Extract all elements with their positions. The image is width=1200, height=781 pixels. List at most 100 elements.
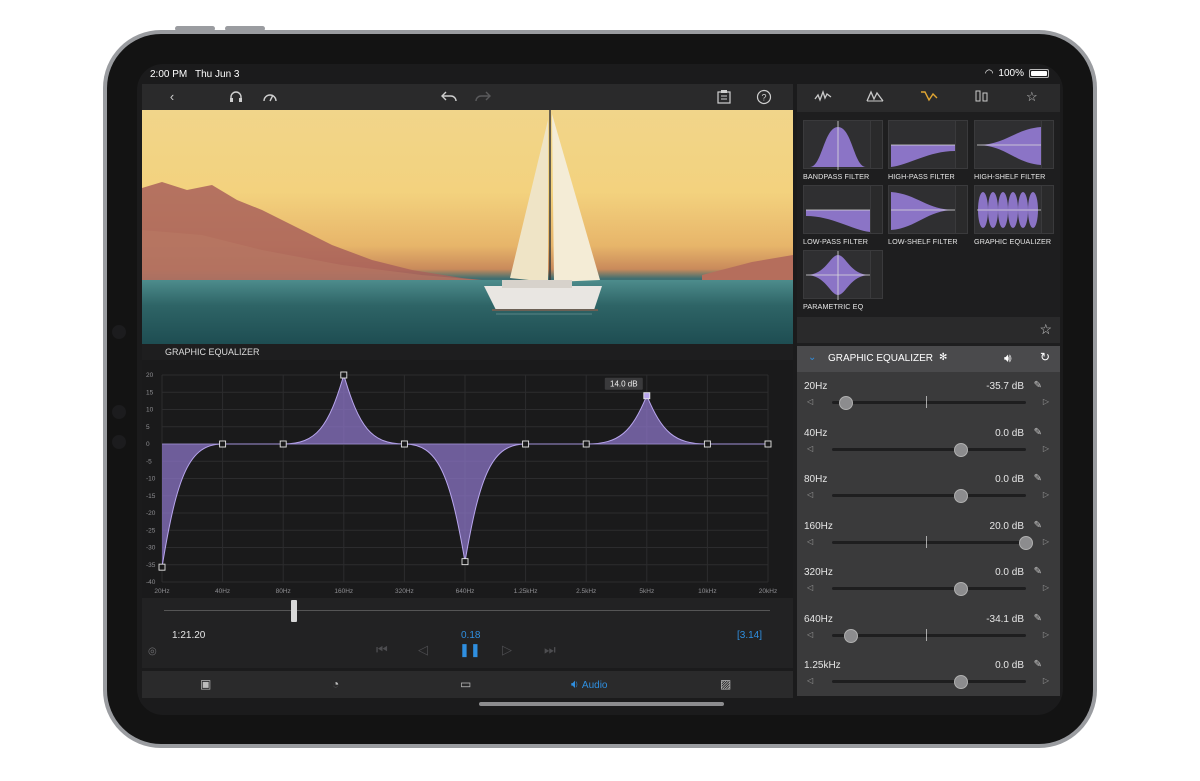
band-slider-knob[interactable] — [844, 628, 859, 643]
decrement-arrow-icon[interactable]: ◁ — [807, 676, 813, 685]
decrement-arrow-icon[interactable]: ◁ — [807, 444, 813, 453]
step-back-icon[interactable]: ◁ — [418, 642, 428, 658]
loop-icon[interactable]: ◎ — [148, 646, 157, 657]
skip-end-icon[interactable]: ⏭ — [544, 642, 556, 658]
edit-pencil-icon[interactable]: ✎ — [1034, 659, 1042, 670]
audio-tab[interactable]: 🔉︎ Audio — [571, 677, 607, 692]
band-slider-knob[interactable] — [954, 675, 969, 689]
increment-arrow-icon[interactable]: ▷ — [1043, 444, 1049, 453]
preset-item[interactable]: PARAMETRIC EQ — [803, 250, 887, 312]
edit-pencil-icon[interactable]: ✎ — [1034, 473, 1042, 484]
reset-icon[interactable]: ↻ — [1040, 350, 1050, 364]
redo-icon[interactable] — [474, 89, 491, 105]
band-slider-track[interactable] — [832, 587, 1026, 590]
pause-icon[interactable]: ❚❚ — [459, 642, 481, 658]
x-tick-label: 20kHz — [759, 588, 777, 595]
band-value: 0.0 dB — [995, 427, 1024, 439]
timeline-scrubber: 1:21.20 0.18 [3.14] ◎ ⏮ ◁ ❚❚ ▷ ⏭ — [142, 598, 793, 668]
frame-icon[interactable]: ▣ — [200, 677, 211, 691]
panel-tabs: ☆ — [797, 84, 1060, 112]
eq-band-handle[interactable] — [158, 563, 166, 571]
band-slider-track[interactable] — [832, 680, 1026, 683]
mountains-shape — [142, 182, 793, 290]
increment-arrow-icon[interactable]: ▷ — [1043, 397, 1049, 406]
preset-item[interactable]: HIGH-PASS FILTER — [888, 120, 972, 182]
edit-pencil-icon[interactable]: ✎ — [1034, 380, 1042, 391]
decrement-arrow-icon[interactable]: ◁ — [807, 537, 813, 546]
band-slider-knob[interactable] — [954, 442, 969, 457]
eq-band-handle[interactable] — [582, 440, 590, 448]
eq-band-handle[interactable] — [340, 371, 348, 379]
sailboat-image — [484, 110, 602, 315]
eq-tab-icon[interactable] — [920, 89, 938, 106]
increment-arrow-icon[interactable]: ▷ — [1043, 676, 1049, 685]
timeline-track[interactable] — [164, 610, 770, 611]
undo-icon[interactable] — [440, 89, 457, 105]
clipboard-icon[interactable] — [716, 89, 732, 105]
waveform-tab-icon[interactable] — [814, 89, 832, 106]
band-slider-knob[interactable] — [954, 489, 969, 503]
crop-icon[interactable]: ▭ — [460, 677, 471, 691]
y-tick-label: -15 — [146, 493, 156, 500]
eq-band-handle[interactable] — [219, 440, 227, 448]
band-slider-track[interactable] — [832, 633, 1026, 637]
decrement-arrow-icon[interactable]: ◁ — [807, 630, 813, 639]
band-slider-knob[interactable] — [954, 582, 969, 596]
preset-item[interactable]: GRAPHIC EQUALIZER — [974, 185, 1058, 247]
peaks-tab-icon[interactable] — [866, 89, 884, 106]
help-icon[interactable]: ? — [756, 89, 772, 105]
increment-arrow-icon[interactable]: ▷ — [1043, 630, 1049, 639]
eq-band-handle[interactable] — [703, 440, 711, 448]
eq-band-handle[interactable] — [461, 558, 469, 566]
headphones-icon[interactable] — [228, 89, 244, 105]
step-forward-icon[interactable]: ▷ — [502, 642, 512, 658]
preset-item[interactable]: LOW-PASS FILTER — [803, 185, 887, 247]
band-slider-knob[interactable] — [1019, 535, 1033, 550]
eq-band-handle[interactable] — [400, 440, 408, 448]
eq-band-handle[interactable] — [279, 440, 287, 448]
increment-arrow-icon[interactable]: ▷ — [1043, 537, 1049, 546]
eq-graph[interactable]: 20 15 10 5 0 -5 -10 -15 -20 -25 -30 -35 -40 20Hz 40Hz 8… — [142, 360, 793, 598]
speaker-icon-header[interactable]: 🔊︎ — [1004, 351, 1012, 366]
band-slider-track[interactable] — [832, 494, 1026, 497]
band-frequency: 640Hz — [804, 613, 833, 625]
eq-band-row: 160Hz 20.0 dB ✎ ◁ ▷ — [797, 515, 1060, 561]
preset-item[interactable]: BANDPASS FILTER — [803, 120, 887, 182]
increment-arrow-icon[interactable]: ▷ — [1043, 490, 1049, 499]
playhead-handle[interactable] — [291, 600, 297, 622]
increment-arrow-icon[interactable]: ▷ — [1043, 583, 1049, 592]
eq-chart[interactable]: 20 15 10 5 0 -5 -10 -15 -20 -25 -30 -35 -40 20Hz 40Hz 8… — [142, 360, 793, 598]
eq-band-row: 40Hz 0.0 dB ✎ ◁ ▷ — [797, 422, 1060, 468]
preset-label: HIGH-SHELF FILTER — [974, 172, 1046, 181]
status-date: Thu Jun 3 — [195, 69, 240, 80]
band-slider-track[interactable] — [832, 401, 1026, 404]
mixer-tab-icon[interactable] — [973, 89, 991, 106]
band-slider-track[interactable] — [832, 447, 1026, 451]
edit-pencil-icon[interactable]: ✎ — [1034, 566, 1042, 577]
band-slider-track[interactable] — [832, 540, 1026, 544]
speedometer-icon[interactable] — [262, 89, 278, 105]
skip-start-icon[interactable]: ⏮ — [376, 642, 388, 658]
eq-band-handle[interactable] — [643, 392, 651, 400]
speed-icon[interactable]: ◔ — [332, 677, 339, 691]
back-chevron-icon[interactable]: ‹ — [164, 89, 180, 105]
total-duration: [3.14] — [737, 630, 763, 641]
x-tick-label: 160Hz — [334, 588, 353, 595]
preset-item[interactable]: LOW-SHELF FILTER — [888, 185, 972, 247]
preset-thumbnail-side — [871, 120, 883, 169]
eq-band-handle[interactable] — [764, 440, 772, 448]
decrement-arrow-icon[interactable]: ◁ — [807, 490, 813, 499]
decrement-arrow-icon[interactable]: ◁ — [807, 397, 813, 406]
preset-item[interactable]: HIGH-SHELF FILTER — [974, 120, 1058, 182]
favorites-tab-icon[interactable]: ☆ — [1026, 89, 1038, 105]
sticker-icon[interactable]: ▨ — [720, 677, 731, 691]
band-slider-knob[interactable] — [838, 396, 853, 410]
edit-pencil-icon[interactable]: ✎ — [1034, 427, 1042, 438]
decrement-arrow-icon[interactable]: ◁ — [807, 583, 813, 592]
zero-marker — [926, 396, 927, 408]
favorite-star-icon[interactable]: ☆ — [1039, 321, 1052, 338]
eq-band-handle[interactable] — [522, 440, 530, 448]
collapse-chevron-icon[interactable]: ⌄ — [808, 352, 816, 363]
edit-pencil-icon[interactable]: ✎ — [1034, 613, 1042, 624]
edit-pencil-icon[interactable]: ✎ — [1034, 520, 1042, 531]
